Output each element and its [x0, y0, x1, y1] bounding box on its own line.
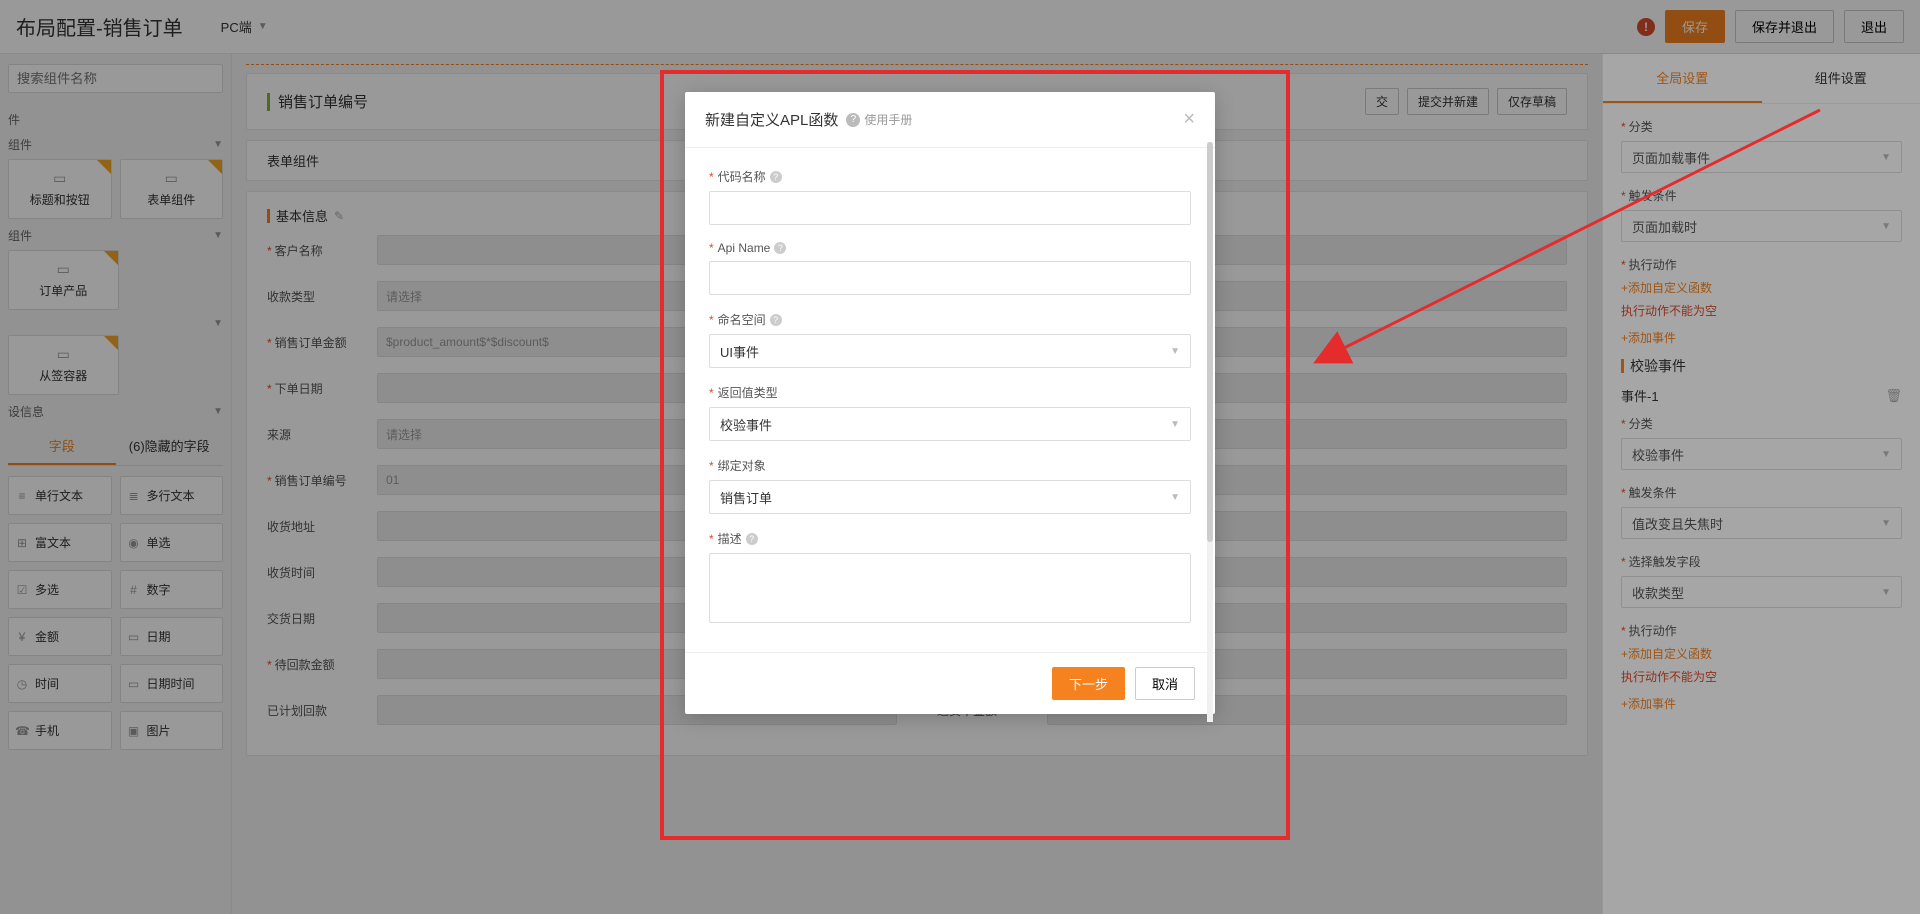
manual-link[interactable]: ?使用手册	[846, 111, 912, 128]
create-apl-function-modal: 新建自定义APL函数 ?使用手册 × *代码名称? *Api Name? *命名…	[685, 92, 1215, 714]
help-icon[interactable]: ?	[746, 533, 758, 545]
chevron-down-icon: ▼	[1170, 346, 1180, 357]
cancel-button[interactable]: 取消	[1135, 667, 1195, 700]
modal-title: 新建自定义APL函数	[705, 109, 838, 130]
chevron-down-icon: ▼	[1170, 492, 1180, 503]
chevron-down-icon: ▼	[1170, 419, 1180, 430]
namespace-select[interactable]: UI事件▼	[709, 334, 1191, 368]
api-name-input[interactable]	[709, 261, 1191, 295]
help-icon: ?	[846, 113, 860, 127]
help-icon[interactable]: ?	[770, 171, 782, 183]
help-icon[interactable]: ?	[770, 314, 782, 326]
help-icon[interactable]: ?	[774, 242, 786, 254]
next-button[interactable]: 下一步	[1052, 667, 1125, 700]
description-textarea[interactable]	[709, 553, 1191, 623]
bind-object-select[interactable]: 销售订单▼	[709, 480, 1191, 514]
close-icon[interactable]: ×	[1183, 108, 1195, 131]
code-name-input[interactable]	[709, 191, 1191, 225]
return-type-select[interactable]: 校验事件▼	[709, 407, 1191, 441]
modal-scrollbar[interactable]	[1207, 142, 1213, 722]
